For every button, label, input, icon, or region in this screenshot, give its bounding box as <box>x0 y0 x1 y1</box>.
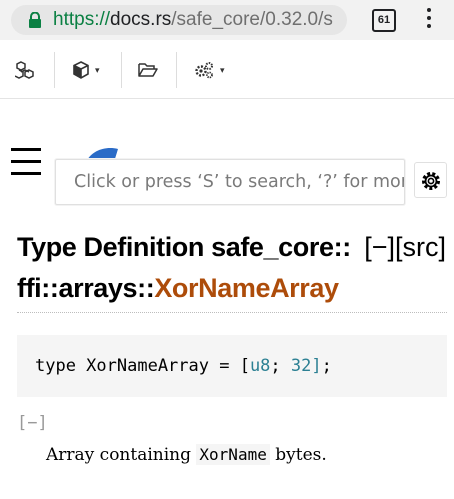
settings-button[interactable] <box>414 162 447 198</box>
cube-icon <box>73 61 89 79</box>
collapse-all-toggle[interactable]: [−] <box>364 232 395 262</box>
search-input[interactable] <box>56 160 404 204</box>
doc-inline-code: XorName <box>196 444 270 465</box>
type-name: XorNameArray <box>154 273 339 303</box>
crate-menu-button[interactable]: ▾ <box>73 58 100 82</box>
docblock-text: Array containing XorName bytes. <box>46 443 327 467</box>
toolbar-divider <box>176 52 177 88</box>
docs-rs-topbar: ▾ ▾ <box>0 40 454 99</box>
chevron-down-icon: ▾ <box>220 64 225 75</box>
doc-text-after: bytes. <box>269 445 327 465</box>
code-bracket: ] <box>311 356 322 376</box>
cogs-icon <box>194 61 214 79</box>
divider <box>17 312 447 313</box>
url-text: https://docs.rs/safe_core/0.32.0/s <box>53 9 333 31</box>
url-path: /safe_core/0.32.0/s <box>171 9 333 30</box>
type-declaration-code: type XorNameArray = [u8; 32]; <box>17 335 447 397</box>
toolbar-divider <box>121 52 122 88</box>
folder-open-icon <box>138 62 158 78</box>
toolbar-divider <box>54 52 55 88</box>
hamburger-menu-icon[interactable] <box>11 148 41 176</box>
browser-toolbar: https://docs.rs/safe_core/0.32.0/s 61 <box>0 0 454 40</box>
path-module-link[interactable]: ffi::arrays:: <box>17 273 155 303</box>
cubes-icon <box>15 61 35 79</box>
doc-text-before: Array containing <box>46 445 197 465</box>
url-host: docs.rs <box>110 9 172 30</box>
crates-menu-button[interactable] <box>15 58 35 82</box>
code-prefix: type XorNameArray = [ <box>35 356 250 376</box>
address-bar[interactable]: https://docs.rs/safe_core/0.32.0/s <box>11 5 347 35</box>
path-crate-link[interactable]: safe_core:: <box>211 232 351 262</box>
heading-controls: [−][src] <box>364 227 446 268</box>
code-size: 32 <box>290 356 312 376</box>
source-button[interactable] <box>138 58 158 82</box>
item-kind: Type Definition <box>17 232 204 262</box>
search-box <box>55 159 405 205</box>
chevron-down-icon: ▾ <box>95 64 100 75</box>
settings-menu-button[interactable]: ▾ <box>194 58 225 82</box>
more-menu-icon[interactable] <box>424 8 434 32</box>
code-suffix: ; <box>321 356 332 376</box>
tab-switcher-button[interactable]: 61 <box>372 9 396 32</box>
code-sep: ; <box>270 356 291 376</box>
code-type-link[interactable]: u8 <box>250 356 270 376</box>
docblock-toggle[interactable]: [−] <box>17 413 48 433</box>
src-link[interactable]: [src] <box>395 232 446 262</box>
url-scheme: https:// <box>53 9 111 30</box>
lock-icon <box>28 12 42 28</box>
